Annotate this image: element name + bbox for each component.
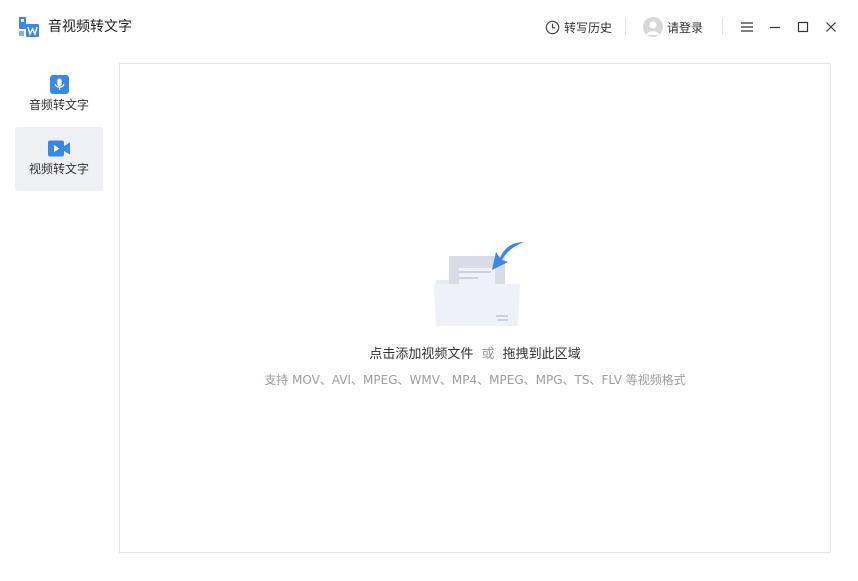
login-label: 请登录: [667, 20, 704, 35]
sidebar-item-label: 音频转文字: [28, 98, 89, 112]
supported-formats-text: 支持 MOV、AVI、MPEG、WMV、MP4、MPEG、MPG、TS、FLV …: [264, 373, 686, 387]
close-icon: [826, 22, 836, 32]
divider: [625, 18, 626, 35]
avatar: [643, 17, 663, 37]
sidebar-item-label: 视频转文字: [28, 162, 89, 176]
login-button[interactable]: 请登录: [643, 16, 703, 38]
click-add-text: 点击添加视频文件: [369, 347, 474, 362]
minimize-button[interactable]: [765, 17, 785, 37]
transcription-history-button[interactable]: 转写历史: [545, 17, 612, 37]
maximize-icon: [797, 21, 809, 33]
sidebar: 音频转文字 视频转文字: [15, 63, 103, 191]
close-button[interactable]: [821, 17, 841, 37]
minimize-icon: [770, 26, 780, 29]
video-icon: [48, 140, 70, 156]
maximize-button[interactable]: [793, 17, 813, 37]
file-drop-zone[interactable]: 点击添加视频文件 或 拖拽到此区域 支持 MOV、AVI、MPEG、WMV、MP…: [119, 63, 831, 553]
history-label: 转写历史: [564, 20, 613, 35]
app-title: 音视频转文字: [48, 19, 132, 35]
clock-icon: [545, 20, 560, 34]
or-text: 或: [481, 347, 495, 362]
microphone-icon: [49, 74, 69, 94]
divider: [722, 18, 723, 35]
menu-button[interactable]: [737, 17, 757, 37]
sidebar-item-video-to-text[interactable]: 视频转文字: [15, 127, 103, 191]
title-bar: 音视频转文字 转写历史 请登录: [0, 0, 858, 54]
drop-instruction: 点击添加视频文件 或 拖拽到此区域: [120, 343, 830, 362]
drag-here-text: 拖拽到此区域: [502, 347, 581, 362]
app-logo-icon: [19, 17, 39, 37]
menu-icon: [741, 22, 753, 32]
sidebar-item-audio-to-text[interactable]: 音频转文字: [15, 63, 103, 127]
folder-upload-icon: [434, 242, 524, 326]
